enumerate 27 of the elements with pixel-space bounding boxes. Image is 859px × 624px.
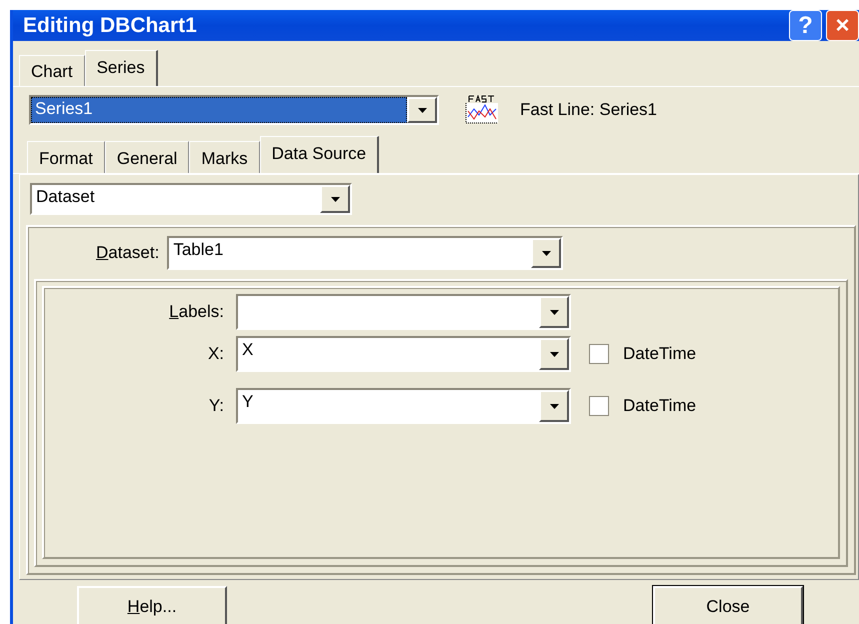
- close-button[interactable]: ×: [826, 10, 859, 41]
- table-dropdown[interactable]: Table1: [167, 236, 564, 270]
- tab[interactable]: Format: [27, 141, 105, 173]
- tab[interactable]: Series: [84, 50, 158, 86]
- line-chart-icon: [464, 95, 500, 125]
- dialog-button[interactable]: Help...: [77, 586, 227, 624]
- tab[interactable]: Chart: [19, 55, 85, 86]
- field-dropdown[interactable]: X: [236, 336, 571, 372]
- field-dropdown[interactable]: Y: [236, 388, 571, 424]
- source-dropdown[interactable]: Dataset: [30, 183, 352, 215]
- window-title: Editing DBChart1: [23, 14, 197, 38]
- checkbox-label: DateTime: [623, 396, 696, 416]
- checkbox-label: DateTime: [623, 344, 696, 364]
- help-button[interactable]: ?: [789, 10, 822, 41]
- series-type-label: Fast Line: Series1: [520, 100, 658, 120]
- tab[interactable]: Marks: [189, 141, 260, 173]
- series-dropdown[interactable]: Series1: [29, 95, 439, 125]
- field-label: X:: [206, 344, 225, 364]
- checkbox[interactable]: [589, 396, 609, 416]
- checkbox[interactable]: [589, 344, 609, 364]
- dialog-button[interactable]: Close: [653, 586, 803, 624]
- field-label: Dataset:: [96, 243, 160, 263]
- field-dropdown[interactable]: [236, 294, 571, 330]
- field-label: Labels:: [168, 302, 225, 322]
- field-label: Y:: [208, 396, 225, 416]
- tab[interactable]: Data Source: [260, 136, 380, 173]
- tab[interactable]: General: [104, 141, 190, 173]
